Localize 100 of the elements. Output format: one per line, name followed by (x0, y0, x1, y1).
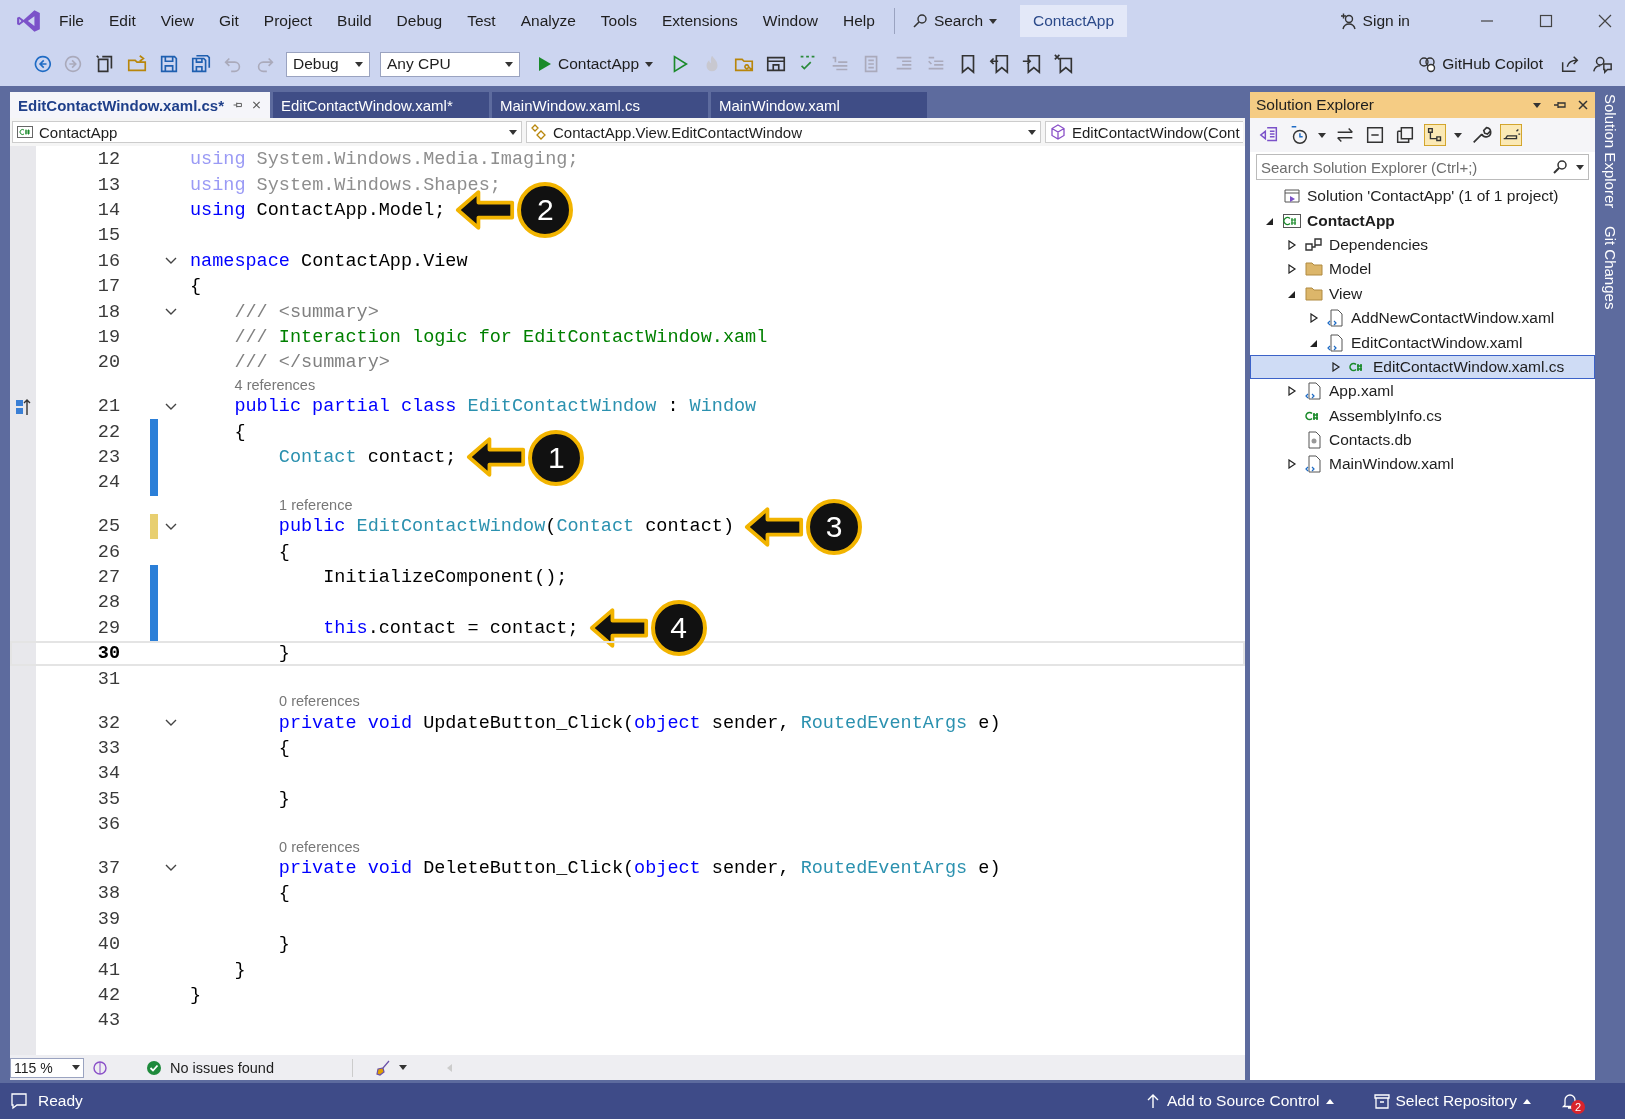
tree-item[interactable]: Contacts.db (1250, 427, 1595, 453)
tree-item[interactable]: AssemblyInfo.cs (1250, 403, 1595, 428)
collapsed-icon[interactable] (1287, 386, 1297, 397)
collapsed-icon[interactable] (1287, 239, 1297, 250)
caret-icon[interactable] (1454, 132, 1462, 138)
broom-icon[interactable] (375, 1059, 391, 1076)
code-line: namespace ContactApp.View (190, 250, 468, 272)
reference-count-link[interactable]: 0 references (268, 838, 360, 855)
tree-item[interactable]: MainWindow.xaml (1250, 452, 1595, 477)
caret-icon[interactable] (399, 1065, 407, 1070)
code-line: public EditContactWindow(Contact contact) (277, 516, 735, 538)
menu-item[interactable]: Tools (600, 12, 638, 30)
menu-item[interactable]: Extensions (662, 12, 738, 30)
callout-arrow (588, 607, 649, 650)
collapse-icon[interactable] (165, 402, 177, 411)
close-icon[interactable] (1577, 99, 1589, 111)
document-tab[interactable]: EditContactWindow.xaml* (273, 92, 489, 118)
zoom-dropdown[interactable]: 115 % (10, 1057, 84, 1078)
collapse-icon[interactable] (165, 864, 177, 873)
tree-item[interactable]: Model (1250, 257, 1595, 282)
wrench-icon[interactable] (1470, 124, 1492, 146)
sign-in-button[interactable]: Sign in (1332, 8, 1416, 34)
copy-icon[interactable] (1394, 124, 1416, 146)
previous-bookmark-icon[interactable] (989, 53, 1011, 75)
document-tab[interactable]: MainWindow.xaml.cs (492, 92, 708, 118)
maximize-icon[interactable] (1538, 13, 1554, 29)
tree-item[interactable]: App.xaml (1250, 379, 1595, 404)
line-number: 36 (96, 814, 120, 836)
caret-icon[interactable] (1318, 132, 1326, 138)
menu-item[interactable]: Project (263, 12, 313, 30)
menu-item[interactable]: Git (219, 12, 239, 30)
repository-button[interactable]: Select Repository (1367, 1088, 1537, 1114)
close-icon[interactable] (1597, 13, 1613, 29)
collapsed-icon[interactable] (1331, 361, 1341, 372)
line-number: 40 (96, 934, 120, 956)
type-dropdown[interactable]: ContactApp.View.EditContactWindow (526, 121, 1041, 143)
collapsed-icon[interactable] (1287, 459, 1297, 470)
line-number: 43 (96, 1010, 120, 1032)
search-button[interactable]: Search (905, 8, 1003, 34)
callout-number: 4 (650, 600, 707, 657)
collapsed-icon[interactable] (1309, 313, 1319, 324)
collapse-icon[interactable] (165, 522, 177, 531)
collapse-icon[interactable] (165, 308, 177, 317)
configuration-dropdown[interactable]: Debug (286, 51, 370, 77)
save-icon[interactable] (158, 53, 180, 75)
menu-item[interactable]: Debug (396, 12, 443, 30)
caret-icon[interactable] (1576, 164, 1584, 170)
run-button[interactable]: ContactApp (530, 51, 659, 77)
copilot-button[interactable]: GitHub Copilot (1412, 51, 1549, 77)
tree-item[interactable]: Solution 'ContactApp' (1 of 1 project) (1250, 184, 1595, 209)
project-dropdown[interactable]: ContactApp (12, 121, 522, 143)
side-tab[interactable]: Git Changes (1601, 226, 1619, 310)
tree-item[interactable]: View (1250, 281, 1595, 306)
menu-item[interactable]: Edit (109, 12, 136, 30)
line-number: 29 (96, 617, 120, 639)
menu-item[interactable]: Analyze (520, 12, 576, 30)
menu-item[interactable]: Help (843, 12, 875, 30)
member-dropdown[interactable]: EditContactWindow(Cont (1045, 121, 1243, 143)
code-line: } (277, 934, 290, 956)
code-line: { (277, 541, 290, 563)
document-tab[interactable]: MainWindow.xaml (711, 92, 927, 118)
save-all-icon[interactable] (190, 53, 212, 75)
tree-item[interactable]: ContactApp (1250, 208, 1595, 233)
menu-item[interactable]: Build (337, 12, 372, 30)
notification-count: 2 (1571, 1100, 1585, 1114)
tree-item[interactable]: EditContactWindow.xaml.cs (1250, 354, 1595, 380)
reference-count-link[interactable]: 1 reference (268, 496, 353, 513)
share-icon[interactable] (1559, 53, 1581, 75)
collapse-icon[interactable] (165, 719, 177, 727)
menu-item[interactable]: View (160, 12, 195, 30)
menu-item[interactable]: Test (467, 12, 496, 30)
hierarchy-icon[interactable] (1424, 124, 1446, 146)
reference-count-link[interactable]: 0 references (268, 693, 360, 710)
next-bookmark-icon[interactable] (1021, 53, 1043, 75)
line-number: 17 (96, 276, 120, 298)
solution-icon (1283, 187, 1301, 206)
clear-bookmarks-icon[interactable] (1053, 53, 1075, 75)
search-icon[interactable] (1552, 159, 1568, 175)
collapsed-icon[interactable] (1287, 264, 1297, 275)
code-line: /// Interaction logic for EditContactWindow.xaml (233, 326, 768, 348)
tree-item[interactable]: AddNewContactWindow.xaml (1250, 305, 1595, 331)
document-tab[interactable]: EditContactWindow.xaml.cs* (10, 92, 270, 118)
search-field[interactable]: Search Solution Explorer (Ctrl+;) (1256, 154, 1589, 180)
collapse-icon[interactable] (165, 257, 177, 266)
menu-item[interactable]: File (59, 12, 84, 30)
preview-icon[interactable] (1500, 124, 1522, 146)
bell-icon[interactable] (1561, 1092, 1579, 1110)
caret-icon (509, 129, 517, 135)
tree-item[interactable]: EditContactWindow.xaml (1250, 330, 1595, 355)
collapse-all-icon[interactable] (1364, 124, 1386, 146)
side-tab[interactable]: Solution Explorer (1601, 94, 1619, 209)
issues-status[interactable]: No issues found (170, 1059, 274, 1076)
project-icon (17, 124, 33, 140)
menu-item[interactable]: Window (762, 12, 818, 30)
tree-item[interactable]: Dependencies (1250, 232, 1595, 258)
reference-count-link[interactable]: 4 references (223, 376, 316, 393)
source-control-button[interactable]: Add to Source Control (1139, 1088, 1340, 1114)
platform-dropdown[interactable]: Any CPU (380, 51, 520, 77)
search-icon (911, 13, 928, 29)
line-number: 21 (96, 396, 120, 418)
